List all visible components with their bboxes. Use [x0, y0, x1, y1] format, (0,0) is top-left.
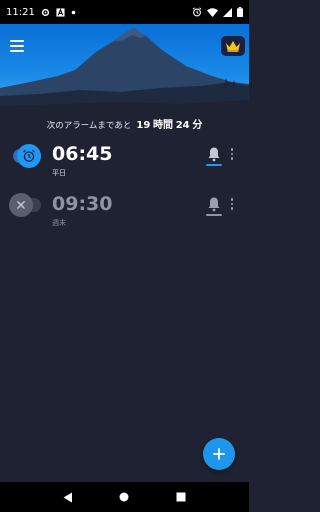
recents-icon: [176, 492, 186, 502]
home-icon: [119, 492, 129, 502]
alarm-label: 平日: [52, 169, 66, 177]
bell-indicator: [206, 214, 222, 216]
bell-icon[interactable]: [207, 146, 221, 162]
next-alarm-hours: 19: [136, 120, 151, 131]
next-alarm-prefix: 次のアラームまであと: [46, 121, 132, 131]
alarm-toggle-knob[interactable]: [17, 144, 41, 168]
battery-icon: [237, 7, 243, 17]
mountain-landscape: [0, 28, 249, 116]
hamburger-icon: [10, 40, 24, 42]
crown-icon: [226, 41, 240, 52]
signal-icon: [223, 7, 232, 17]
status-time: 11:21: [6, 6, 35, 18]
next-alarm-countdown: 次のアラームまであと 19 時間 24 分: [0, 116, 249, 132]
alarm-more-button[interactable]: [230, 198, 234, 210]
premium-button[interactable]: [221, 36, 245, 56]
alarm-icon: [192, 7, 202, 17]
wifi-icon: [207, 7, 218, 17]
next-alarm-hours-unit: 時間: [152, 120, 173, 131]
close-icon: [17, 201, 25, 209]
home-button[interactable]: [114, 487, 134, 507]
dot-icon: [71, 10, 76, 15]
alarm-time[interactable]: 09:30: [52, 193, 112, 215]
plus-icon: [213, 448, 225, 460]
bell-icon[interactable]: [207, 196, 221, 212]
bell-indicator: [206, 164, 222, 166]
settings-icon: [41, 8, 50, 17]
more-vert-icon: [230, 198, 234, 201]
alarm-more-button[interactable]: [230, 148, 234, 160]
alarm-toggle-knob[interactable]: [9, 193, 33, 217]
menu-button[interactable]: [10, 40, 24, 52]
font-icon: [56, 7, 65, 17]
add-alarm-button[interactable]: [203, 438, 235, 470]
next-alarm-minutes: 24: [175, 120, 190, 131]
status-bar: 11:21: [0, 0, 249, 24]
alarm-label: 週末: [52, 219, 66, 227]
more-vert-icon: [230, 148, 234, 151]
recents-button[interactable]: [171, 487, 191, 507]
header-banner: [0, 24, 249, 116]
alarm-time[interactable]: 06:45: [52, 143, 112, 165]
back-icon: [63, 492, 73, 502]
alarm-clock-icon: [23, 149, 35, 162]
navigation-bar: [0, 482, 249, 512]
alarm-row[interactable]: 09:30 週末: [0, 180, 249, 230]
back-button[interactable]: [58, 487, 78, 507]
next-alarm-minutes-unit: 分: [192, 120, 203, 131]
